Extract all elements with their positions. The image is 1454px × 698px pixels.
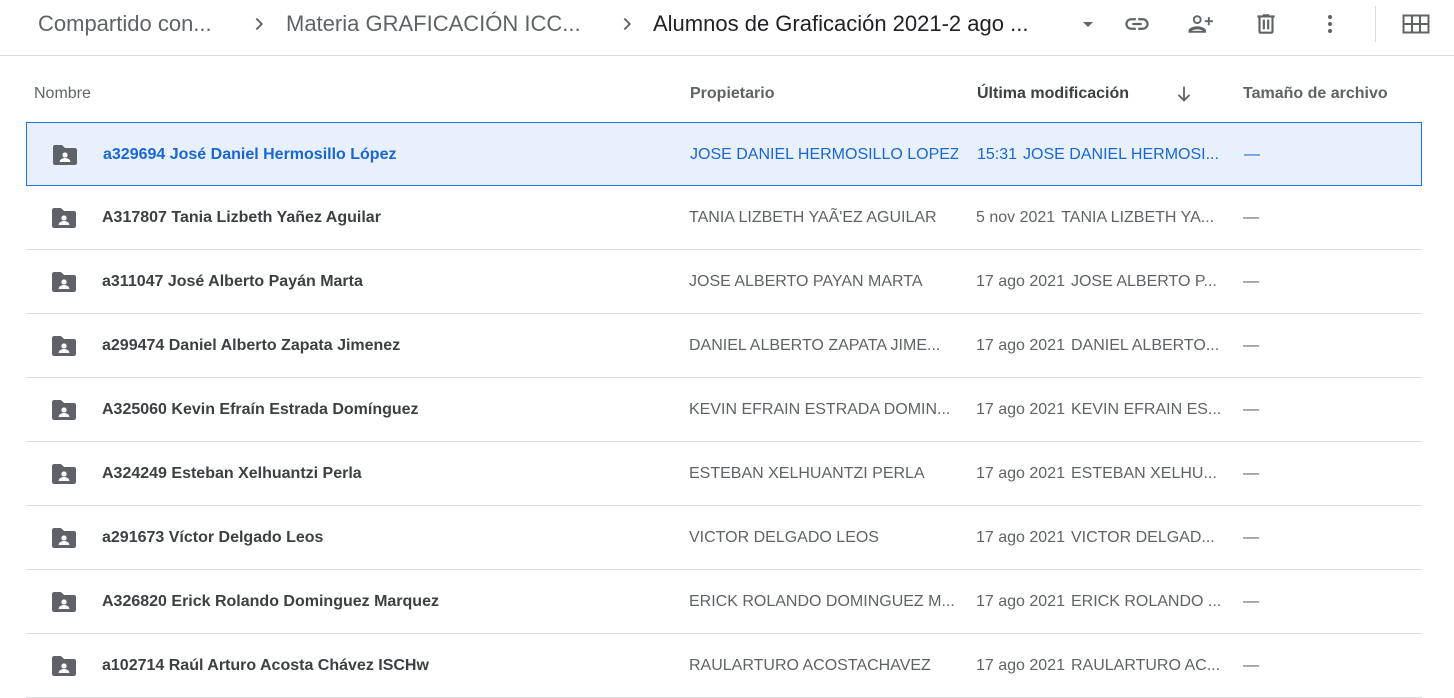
top-toolbar: Compartido con... Materia GRAFICACIÓN IC… — [0, 0, 1454, 56]
table-row[interactable]: a299474 Daniel Alberto Zapata Jimenez DAN… — [26, 314, 1422, 378]
modified-by: VICTOR DELGAD... — [1070, 529, 1215, 546]
table-row[interactable]: a291673 Víctor Delgado Leos VICTOR DELGAD… — [26, 506, 1422, 570]
column-header-name[interactable]: Nombre — [34, 84, 91, 104]
file-size: — — [1243, 593, 1259, 610]
file-name[interactable]: a311047 José Alberto Payán Marta — [102, 271, 662, 293]
chevron-right-icon — [623, 17, 632, 31]
toolbar-divider — [1375, 6, 1376, 42]
last-modified: 5 nov 2021 TANIA LIZBETH YA... — [976, 207, 1224, 229]
modified-by: DANIEL ALBERTO... — [1070, 337, 1220, 354]
modified-by: JOSE DANIEL HERMOSI... — [1023, 146, 1219, 163]
file-name[interactable]: A324249 Esteban Xelhuantzi Perla — [102, 463, 662, 485]
table-row[interactable]: A325060 Kevin Efraín Estrada Domínguez KE… — [26, 378, 1422, 442]
breadcrumb-item-course[interactable]: Materia GRAFICACIÓN ICC... — [286, 10, 581, 38]
modified-by: ESTEBAN XELHU... — [1070, 465, 1217, 482]
file-name[interactable]: a102714 Raúl Arturo Acosta Chávez ISCHw — [102, 655, 662, 677]
last-modified: 17 ago 2021 ERICK ROLANDO ... — [976, 591, 1224, 613]
owner-name: KEVIN EFRAIN ESTRADA DOMIN... — [689, 401, 951, 418]
trash-icon — [1257, 14, 1275, 34]
shared-folder-icon — [50, 334, 78, 358]
get-link-button[interactable] — [1117, 6, 1157, 42]
shared-folder-icon — [50, 398, 78, 422]
owner-name: JOSE ALBERTO PAYAN MARTA — [689, 273, 923, 290]
column-header-file-size[interactable]: Tamaño de archivo — [1243, 84, 1388, 104]
modified-date: 15:31 — [977, 146, 1018, 163]
arrow-downward-icon[interactable] — [1173, 83, 1195, 105]
table-row[interactable]: a311047 José Alberto Payán Marta JOSE ALB… — [26, 250, 1422, 314]
modified-by: TANIA LIZBETH YA... — [1061, 209, 1215, 226]
shared-folder-icon — [50, 462, 78, 486]
table-row[interactable]: a329694 José Daniel Hermosillo López JOSE… — [26, 122, 1422, 186]
file-size: — — [1243, 337, 1259, 354]
shared-folder-icon — [50, 654, 78, 678]
last-modified: 17 ago 2021 RAULARTURO AC... — [976, 655, 1224, 677]
table-row[interactable]: A326820 Erick Rolando Dominguez Marquez E… — [26, 570, 1422, 634]
last-modified: 17 ago 2021 DANIEL ALBERTO... — [976, 335, 1224, 357]
modified-date: 17 ago 2021 — [976, 273, 1065, 290]
modified-date: 5 nov 2021 — [976, 209, 1056, 226]
file-name[interactable]: A326820 Erick Rolando Dominguez Marquez — [102, 591, 662, 613]
grid-view-button[interactable] — [1396, 6, 1436, 42]
modified-by: KEVIN EFRAIN ES... — [1070, 401, 1222, 418]
shared-folder-icon — [50, 590, 78, 614]
delete-button[interactable] — [1246, 6, 1286, 42]
grid-view-icon — [1402, 14, 1430, 34]
column-header-last-modified[interactable]: Última modificación — [977, 84, 1129, 104]
file-name[interactable]: a329694 José Daniel Hermosillo López — [103, 144, 663, 166]
modified-by: JOSE ALBERTO P... — [1070, 273, 1217, 290]
file-size: — — [1243, 273, 1259, 290]
modified-date: 17 ago 2021 — [976, 593, 1065, 610]
shared-folder-icon — [50, 206, 78, 230]
owner-name: ERICK ROLANDO DOMINGUEZ M... — [689, 593, 955, 610]
more-actions-button[interactable] — [1310, 6, 1350, 42]
last-modified: 15:31 JOSE DANIEL HERMOSI... — [977, 144, 1225, 166]
owner-name: TANIA LIZBETH YAÃ'EZ AGUILAR — [689, 209, 937, 226]
file-name[interactable]: a291673 Víctor Delgado Leos — [102, 527, 662, 549]
share-person-add-icon — [1188, 15, 1213, 33]
last-modified: 17 ago 2021 VICTOR DELGAD... — [976, 527, 1224, 549]
file-size: — — [1243, 465, 1259, 482]
table-row[interactable]: A317807 Tania Lizbeth Yañez Aguilar TANIA… — [26, 186, 1422, 250]
modified-by: RAULARTURO AC... — [1070, 657, 1221, 674]
file-list: a329694 José Daniel Hermosillo López JOSE… — [26, 122, 1422, 698]
modified-date: 17 ago 2021 — [976, 657, 1065, 674]
folder-menu-dropdown[interactable] — [1068, 6, 1108, 42]
chevron-right-icon — [255, 17, 264, 31]
last-modified: 17 ago 2021 JOSE ALBERTO P... — [976, 271, 1224, 293]
shared-folder-icon — [51, 143, 79, 167]
owner-name: JOSE DANIEL HERMOSILLO LOPEZ — [690, 146, 958, 163]
table-row[interactable]: A324249 Esteban Xelhuantzi Perla ESTEBAN … — [26, 442, 1422, 506]
owner-name: RAULARTURO ACOSTACHAVEZ — [689, 657, 931, 674]
breadcrumb-item-shared-with-me[interactable]: Compartido con... — [38, 10, 212, 38]
file-name[interactable]: a299474 Daniel Alberto Zapata Jimenez — [102, 335, 662, 357]
file-size: — — [1243, 657, 1259, 674]
file-name[interactable]: A325060 Kevin Efraín Estrada Domínguez — [102, 399, 662, 421]
modified-date: 17 ago 2021 — [976, 465, 1065, 482]
arrow-drop-down-icon — [1083, 22, 1093, 27]
column-header-owner[interactable]: Propietario — [690, 84, 774, 104]
shared-folder-icon — [50, 270, 78, 294]
file-name[interactable]: A317807 Tania Lizbeth Yañez Aguilar — [102, 207, 662, 229]
modified-by: ERICK ROLANDO ... — [1070, 593, 1222, 610]
owner-name: ESTEBAN XELHUANTZI PERLA — [689, 465, 925, 482]
link-icon — [1125, 18, 1149, 30]
share-button[interactable] — [1181, 6, 1221, 42]
file-size: — — [1243, 209, 1259, 226]
file-size: — — [1243, 401, 1259, 418]
file-size: — — [1244, 146, 1260, 163]
file-size: — — [1243, 529, 1259, 546]
owner-name: VICTOR DELGADO LEOS — [689, 529, 879, 546]
more-vert-icon — [1328, 15, 1332, 33]
table-row[interactable]: a102714 Raúl Arturo Acosta Chávez ISCHw R… — [26, 634, 1422, 698]
owner-name: DANIEL ALBERTO ZAPATA JIME... — [689, 337, 941, 354]
modified-date: 17 ago 2021 — [976, 337, 1065, 354]
shared-folder-icon — [50, 526, 78, 550]
last-modified: 17 ago 2021 ESTEBAN XELHU... — [976, 463, 1224, 485]
last-modified: 17 ago 2021 KEVIN EFRAIN ES... — [976, 399, 1224, 421]
modified-date: 17 ago 2021 — [976, 529, 1065, 546]
breadcrumb-item-current-folder[interactable]: Alumnos de Graficación 2021-2 ago ... — [653, 10, 1028, 38]
modified-date: 17 ago 2021 — [976, 401, 1065, 418]
